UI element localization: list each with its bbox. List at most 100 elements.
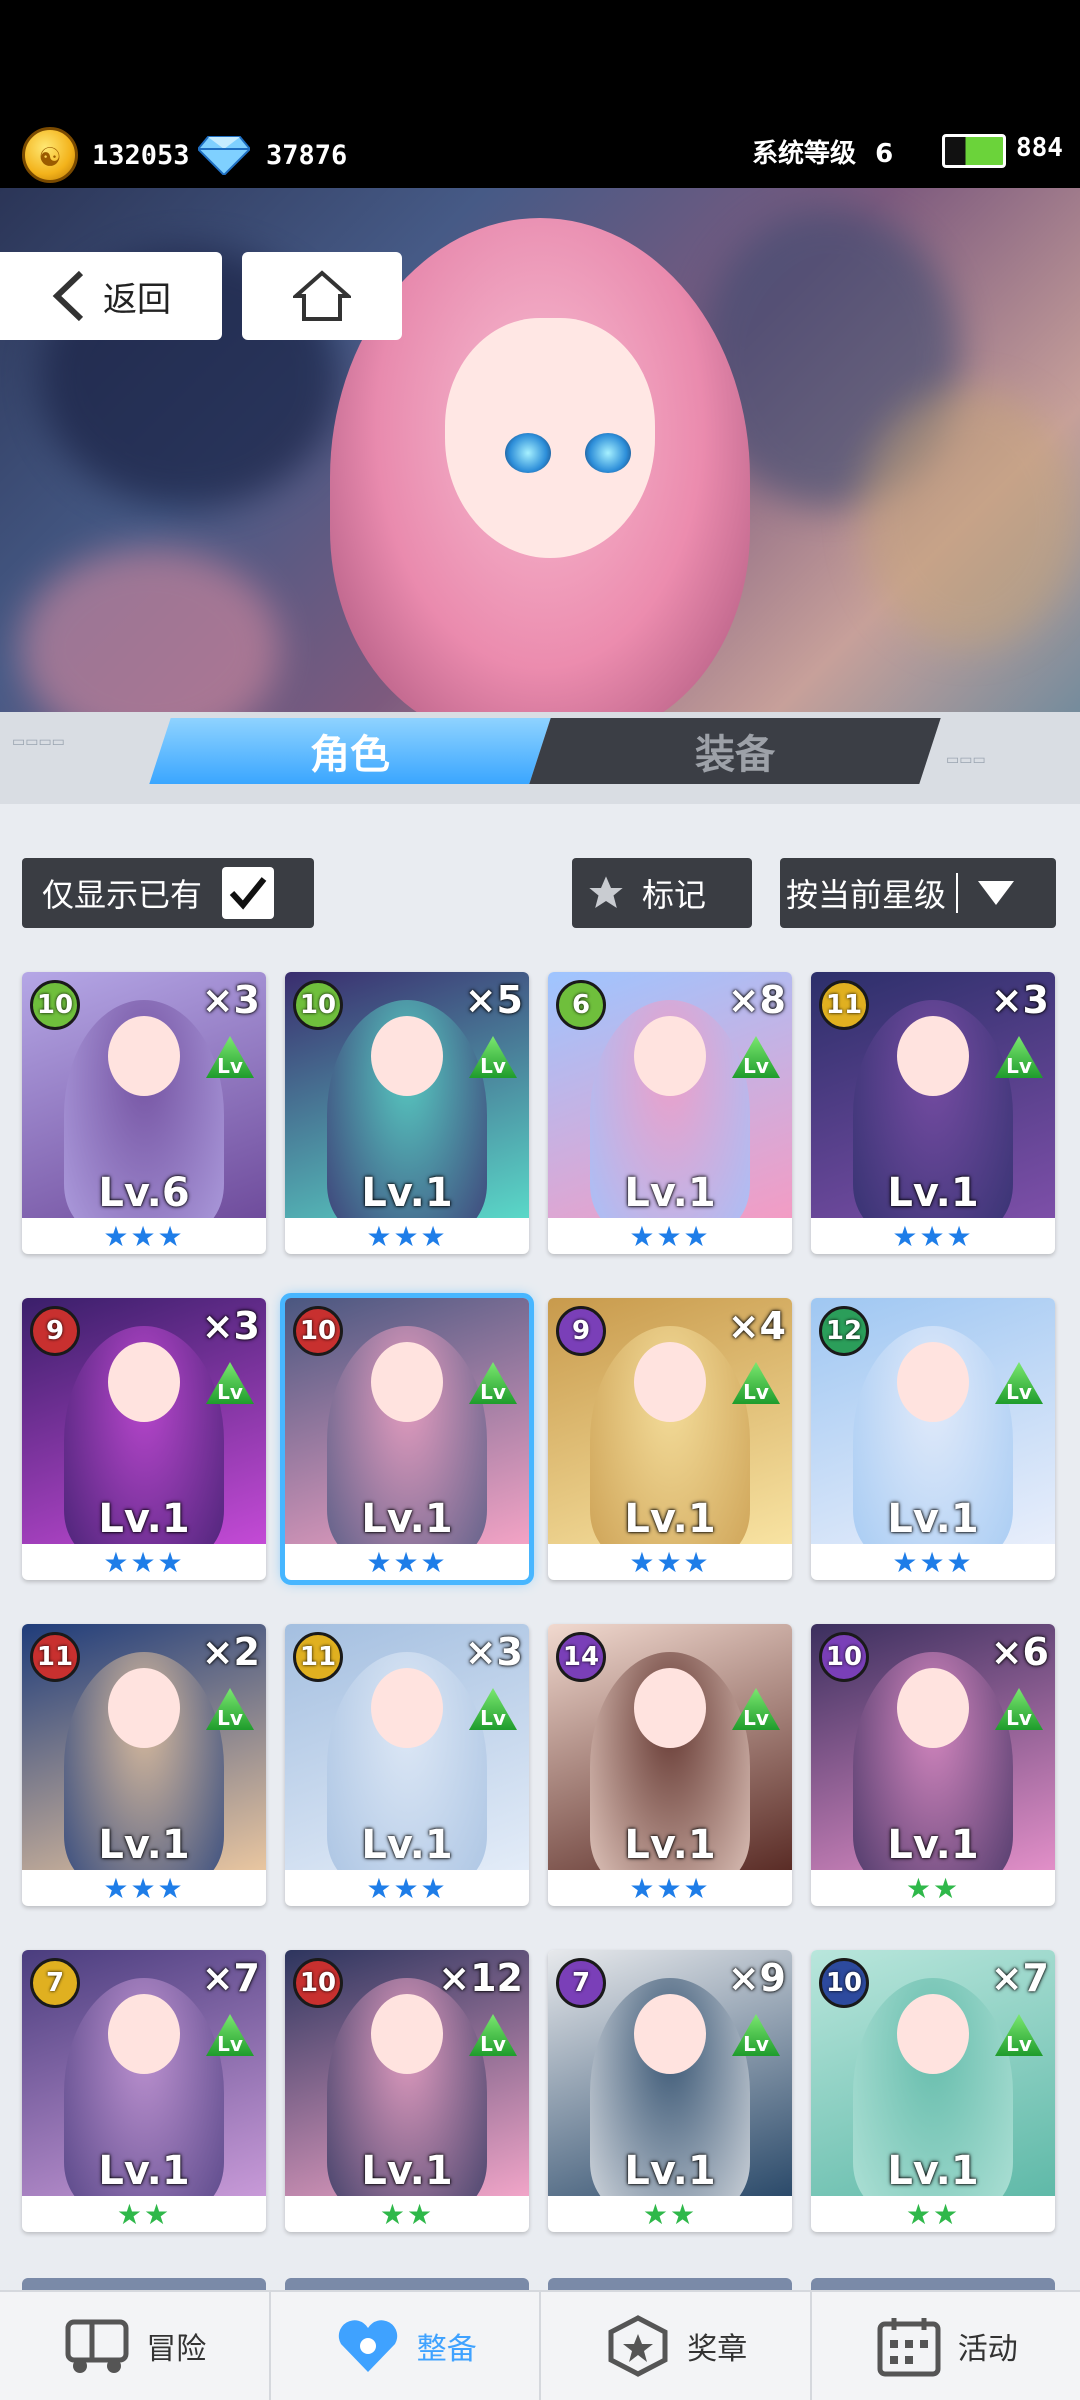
character-level: Lv.1 <box>624 1822 716 1868</box>
character-level: Lv.1 <box>98 1822 190 1868</box>
star-rating: ★★★ <box>103 1545 185 1579</box>
star-rating: ★★★ <box>629 1219 711 1253</box>
diamond-counter[interactable]: 37876 <box>198 126 347 184</box>
duplicate-count: ×6 <box>990 1630 1049 1674</box>
duplicate-count: ×4 <box>727 1304 786 1348</box>
character-level: Lv.1 <box>98 1496 190 1542</box>
level-badge: 7 <box>30 1958 80 2008</box>
character-portrait: 10 ×7 Lv Lv.1 <box>811 1950 1055 2196</box>
character-portrait: 12 Lv Lv.1 <box>811 1298 1055 1544</box>
duplicate-count: ×8 <box>727 978 786 1022</box>
diamond-value: 37876 <box>266 139 348 171</box>
duplicate-count: ×3 <box>464 1630 523 1674</box>
level-badge: 10 <box>819 1958 869 2008</box>
home-button[interactable] <box>242 252 402 340</box>
character-card[interactable]: 11 ×3 Lv Lv.1 ★★★ <box>285 1624 529 1906</box>
character-level: Lv.1 <box>624 1170 716 1216</box>
star-rating: ★★ <box>905 2197 961 2231</box>
owned-only-checkbox[interactable] <box>222 867 275 919</box>
character-card[interactable]: 10 ×5 Lv Lv.1 ★★★ <box>285 972 529 1254</box>
nav-equip[interactable]: 整备 <box>271 2292 541 2400</box>
nav-events[interactable]: 活动 <box>812 2292 1080 2400</box>
character-card[interactable]: 6 ×8 Lv Lv.1 ★★★ <box>548 972 792 1254</box>
star-rating: ★★ <box>379 2197 435 2231</box>
character-portrait: 9 ×4 Lv Lv.1 <box>548 1298 792 1544</box>
star-rating: ★★★ <box>366 1545 448 1579</box>
character-card[interactable]: 11 ×2 Lv Lv.1 ★★★ <box>22 1624 266 1906</box>
level-badge: 10 <box>819 1632 869 1682</box>
home-icon <box>293 270 351 321</box>
level-badge: 14 <box>556 1632 606 1682</box>
character-card[interactable]: 14 Lv Lv.1 ★★★ <box>548 1624 792 1906</box>
character-level: Lv.1 <box>887 1496 979 1542</box>
star-rating: ★★★ <box>366 1219 448 1253</box>
nav-medals[interactable]: 奖章 <box>541 2292 812 2400</box>
star-rating: ★★ <box>116 2197 172 2231</box>
character-portrait: 7 ×7 Lv Lv.1 <box>22 1950 266 2196</box>
owned-only-filter[interactable]: 仅显示已有 <box>22 858 314 928</box>
level-badge: 10 <box>293 1306 343 1356</box>
system-level-label: 系统等级 <box>752 139 857 169</box>
medal-icon <box>608 2315 668 2377</box>
character-card[interactable]: 11 ×3 Lv Lv.1 ★★★ <box>811 972 1055 1254</box>
star-icon <box>589 876 623 908</box>
character-card[interactable]: 7 ×9 Lv Lv.1 ★★ <box>548 1950 792 2232</box>
energy-battery-icon[interactable] <box>942 134 1006 168</box>
bottom-nav: 冒险 整备 奖章 活动 <box>0 2290 1080 2400</box>
duplicate-count: ×7 <box>201 1956 260 2000</box>
character-portrait: 11 ×2 Lv Lv.1 <box>22 1624 266 1870</box>
nav-adventure[interactable]: 冒险 <box>0 2292 271 2400</box>
character-card[interactable]: 10 ×12 Lv Lv.1 ★★ <box>285 1950 529 2232</box>
heart-badge-icon <box>338 2320 397 2372</box>
level-badge: 9 <box>30 1306 80 1356</box>
star-rating: ★★★ <box>629 1871 711 1905</box>
mark-button[interactable]: 标记 <box>572 858 752 928</box>
level-badge: 10 <box>293 980 343 1030</box>
character-portrait: 9 ×3 Lv Lv.1 <box>22 1298 266 1544</box>
character-level: Lv.1 <box>361 2148 453 2194</box>
gold-coin-icon: ☯ <box>22 127 78 183</box>
character-level: Lv.1 <box>624 2148 716 2194</box>
level-badge: 11 <box>30 1632 80 1682</box>
level-badge: 12 <box>819 1306 869 1356</box>
character-card[interactable]: 9 ×3 Lv Lv.1 ★★★ <box>22 1298 266 1580</box>
character-portrait: 10 ×3 Lv Lv.6 <box>22 972 266 1218</box>
character-card[interactable]: 12 Lv Lv.1 ★★★ <box>811 1298 1055 1580</box>
sort-dropdown[interactable]: 按当前星级 <box>780 858 1056 928</box>
level-badge: 11 <box>819 980 869 1030</box>
character-card[interactable]: 9 ×4 Lv Lv.1 ★★★ <box>548 1298 792 1580</box>
character-card[interactable]: 10 Lv Lv.1 ★★★ <box>280 1293 534 1585</box>
owned-only-label: 仅显示已有 <box>42 876 203 914</box>
back-label: 返回 <box>103 279 171 320</box>
gold-value: 132053 <box>92 139 190 171</box>
star-rating: ★★ <box>642 2197 698 2231</box>
star-rating: ★★★ <box>366 1871 448 1905</box>
character-card[interactable]: 10 ×7 Lv Lv.1 ★★ <box>811 1950 1055 2232</box>
duplicate-count: ×3 <box>990 978 1049 1022</box>
character-portrait: 11 ×3 Lv Lv.1 <box>811 972 1055 1218</box>
character-portrait: 11 ×3 Lv Lv.1 <box>285 1624 529 1870</box>
character-card[interactable]: 10 ×3 Lv Lv.6 ★★★ <box>22 972 266 1254</box>
chevron-left-icon <box>52 270 84 322</box>
star-rating: ★★★ <box>103 1219 185 1253</box>
tab-characters[interactable]: 角色 <box>149 718 551 784</box>
decor-panel-left: ▭▭▭▭ <box>12 734 65 750</box>
star-rating: ★★★ <box>892 1545 974 1579</box>
character-portrait: 6 ×8 Lv Lv.1 <box>548 972 792 1218</box>
diamond-icon <box>198 136 250 175</box>
character-card[interactable]: 7 ×7 Lv Lv.1 ★★ <box>22 1950 266 2232</box>
character-level: Lv.1 <box>361 1496 453 1542</box>
back-button[interactable]: 返回 <box>0 252 222 340</box>
character-level: Lv.1 <box>887 1822 979 1868</box>
character-portrait: 7 ×9 Lv Lv.1 <box>548 1950 792 2196</box>
gold-counter[interactable]: ☯ 132053 <box>22 126 190 184</box>
character-portrait: 10 ×5 Lv Lv.1 <box>285 972 529 1218</box>
character-level: Lv.6 <box>98 1170 190 1216</box>
character-card[interactable]: 10 ×6 Lv Lv.1 ★★ <box>811 1624 1055 1906</box>
system-level-value: 6 <box>875 139 894 169</box>
level-badge: 11 <box>293 1632 343 1682</box>
energy-value: 884 <box>1016 133 1063 163</box>
character-portrait: 10 ×6 Lv Lv.1 <box>811 1624 1055 1870</box>
tab-equipment[interactable]: 装备 <box>529 718 941 784</box>
character-level: Lv.1 <box>887 1170 979 1216</box>
